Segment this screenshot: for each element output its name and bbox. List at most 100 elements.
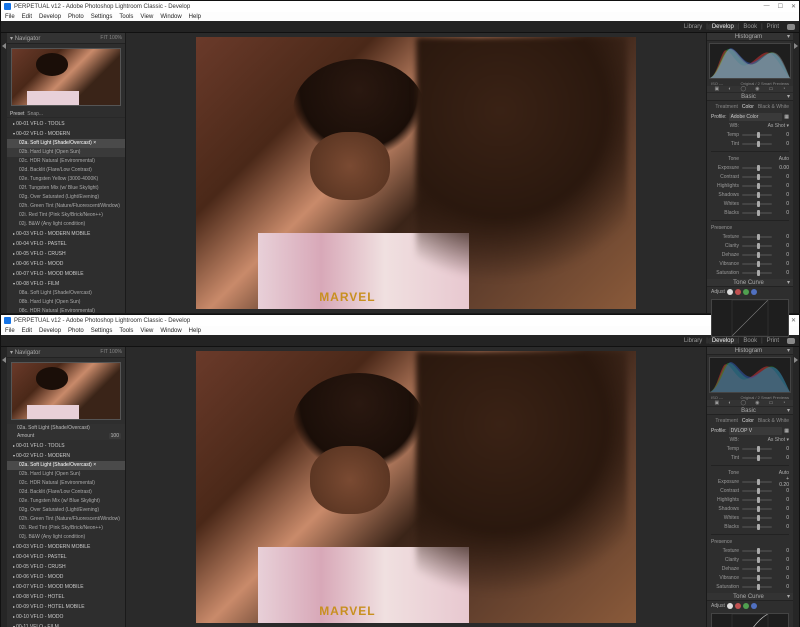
grad-tool-icon[interactable]: ▭ <box>769 400 774 406</box>
preset-item[interactable]: 02b. Hard Light (Open Sun) <box>7 148 125 157</box>
treatment-color[interactable]: Color <box>742 104 754 110</box>
tint-value[interactable]: 0 <box>775 455 789 461</box>
dehaze-slider[interactable] <box>742 568 772 570</box>
preset-item[interactable]: 02d. Backlit (Flare/Low Contrast) <box>7 166 125 175</box>
module-book[interactable]: Book <box>739 24 761 30</box>
crop-tool-icon[interactable]: ▣ <box>715 400 720 406</box>
wb-dropdown[interactable]: As Shot ▾ <box>768 437 789 443</box>
preset-folder[interactable]: 00-01 VFLO - TOOLS <box>7 441 125 451</box>
vibrance-slider[interactable] <box>742 577 772 579</box>
basic-header[interactable]: Basic ▾ <box>707 407 793 415</box>
preset-item[interactable]: 08a. Soft Light (Shade/Overcast) <box>7 289 125 298</box>
preset-folder[interactable]: 00-02 VFLO - MODERN <box>7 451 125 461</box>
preset-item[interactable]: 02g. Over Saturated (Light/Evening) <box>7 193 125 202</box>
preset-folder[interactable]: 00-03 VFLO - MODERN MOBILE <box>7 542 125 552</box>
tint-value[interactable]: 0 <box>775 141 789 147</box>
auto-tone-button[interactable]: Auto <box>779 156 789 162</box>
contrast-slider[interactable] <box>742 490 772 492</box>
exposure-slider[interactable] <box>742 481 772 483</box>
menu-photo[interactable]: Photo <box>68 328 84 334</box>
vibrance-value[interactable]: 0 <box>775 575 789 581</box>
whites-value[interactable]: 0 <box>775 515 789 521</box>
preset-folder[interactable]: 00-07 VFLO - MOOD MOBILE <box>7 582 125 592</box>
preset-item[interactable]: 02j. B&W (Any light condition) <box>7 220 125 229</box>
preset-item[interactable]: 02g. Over Saturated (Light/Evening) <box>7 506 125 515</box>
right-collapse-strip[interactable] <box>793 347 799 627</box>
saturation-value[interactable]: 0 <box>775 584 789 590</box>
shadows-slider[interactable] <box>742 508 772 510</box>
menu-tools[interactable]: Tools <box>119 14 133 20</box>
whites-slider[interactable] <box>742 517 772 519</box>
preset-item[interactable]: 02j. B&W (Any light condition) <box>7 533 125 542</box>
heal-tool-icon[interactable]: ◐ <box>728 400 731 406</box>
histogram[interactable] <box>709 43 791 79</box>
preset-item[interactable]: 02i. Red Tint (Pink Sky/Brick/Neon++) <box>7 524 125 533</box>
navigator-thumbnail[interactable] <box>11 48 121 106</box>
preset-item[interactable]: 02a. Soft Light (Shade/Overcast) × <box>7 461 125 470</box>
preset-folder[interactable]: 00-11 VFLO - FILM <box>7 622 125 627</box>
navigator-header[interactable]: ▾ Navigator FIT 100% <box>7 33 125 44</box>
treatment-bw[interactable]: Black & White <box>758 104 789 110</box>
menu-file[interactable]: File <box>5 14 15 20</box>
contrast-value[interactable]: 0 <box>775 488 789 494</box>
preset-folder[interactable]: 00-02 VFLO - MODERN <box>7 129 125 139</box>
menu-settings[interactable]: Settings <box>91 14 113 20</box>
blacks-value[interactable]: 0 <box>775 210 789 216</box>
tc-green-icon[interactable] <box>743 603 749 609</box>
wb-dropdown[interactable]: As Shot ▾ <box>768 123 789 129</box>
preset-folder[interactable]: 00-01 VFLO - TOOLS <box>7 119 125 129</box>
tonecurve-graph[interactable] <box>711 613 789 627</box>
treatment-color[interactable]: Color <box>742 418 754 424</box>
contrast-slider[interactable] <box>742 176 772 178</box>
module-book[interactable]: Book <box>739 338 761 344</box>
preset-folder[interactable]: 00-08 VFLO - HOTEL <box>7 592 125 602</box>
menu-edit[interactable]: Edit <box>22 14 32 20</box>
tc-rgb-icon[interactable] <box>727 289 733 295</box>
preset-folder[interactable]: 00-07 VFLO - MOOD MOBILE <box>7 269 125 279</box>
temp-value[interactable]: 0 <box>775 132 789 138</box>
tint-slider[interactable] <box>742 457 772 459</box>
preset-item[interactable]: 08c. HDR Natural (Environmental) <box>7 307 125 313</box>
tc-blue-icon[interactable] <box>751 289 757 295</box>
histogram-header[interactable]: Histogram ▾ <box>707 33 793 41</box>
module-library[interactable]: Library <box>680 338 706 344</box>
saturation-value[interactable]: 0 <box>775 270 789 276</box>
preset-folder[interactable]: 00-05 VFLO - CRUSH <box>7 562 125 572</box>
crop-tool-icon[interactable]: ▣ <box>715 86 720 92</box>
clarity-slider[interactable] <box>742 559 772 561</box>
close-button[interactable]: ✕ <box>791 3 796 10</box>
navigator-zoom[interactable]: FIT 100% <box>100 349 122 355</box>
menu-help[interactable]: Help <box>189 14 201 20</box>
preset-item[interactable]: 02c. HDR Natural (Environmental) <box>7 479 125 488</box>
menu-view[interactable]: View <box>140 328 153 334</box>
preset-item[interactable]: 02h. Green Tint (Nature/Fluorescent/Wind… <box>7 202 125 211</box>
navigator-header[interactable]: ▾ Navigator FIT 100% <box>7 347 125 358</box>
profile-browser-icon[interactable]: ▦ <box>784 114 789 120</box>
tc-red-icon[interactable] <box>735 603 741 609</box>
tonecurve-header[interactable]: Tone Curve ▾ <box>707 279 793 287</box>
tc-rgb-icon[interactable] <box>727 603 733 609</box>
preset-item[interactable]: 02f. Tungsten Mix (w/ Blue Skylight) <box>7 184 125 193</box>
tonecurve-graph[interactable] <box>711 299 789 337</box>
clarity-slider[interactable] <box>742 245 772 247</box>
whites-value[interactable]: 0 <box>775 201 789 207</box>
blacks-value[interactable]: 0 <box>775 524 789 530</box>
dehaze-value[interactable]: 0 <box>775 252 789 258</box>
treatment-bw[interactable]: Black & White <box>758 418 789 424</box>
tc-blue-icon[interactable] <box>751 603 757 609</box>
texture-slider[interactable] <box>742 236 772 238</box>
minimize-button[interactable]: — <box>764 3 770 10</box>
preset-item[interactable]: 02a. Soft Light (Shade/Overcast) × <box>7 139 125 148</box>
brush-tool-icon[interactable]: ◔ <box>782 86 785 92</box>
highlights-value[interactable]: 0 <box>775 497 789 503</box>
basic-header[interactable]: Basic ▾ <box>707 93 793 101</box>
close-button[interactable]: ✕ <box>791 317 796 324</box>
preset-folder[interactable]: 00-03 VFLO - MODERN MOBILE <box>7 229 125 239</box>
preset-folder[interactable]: 00-05 VFLO - CRUSH <box>7 249 125 259</box>
tc-green-icon[interactable] <box>743 289 749 295</box>
vibrance-value[interactable]: 0 <box>775 261 789 267</box>
preset-folder[interactable]: 00-04 VFLO - PASTEL <box>7 239 125 249</box>
saturation-slider[interactable] <box>742 586 772 588</box>
mask-tool-icon[interactable]: ◯ <box>740 86 746 92</box>
menu-photo[interactable]: Photo <box>68 14 84 20</box>
